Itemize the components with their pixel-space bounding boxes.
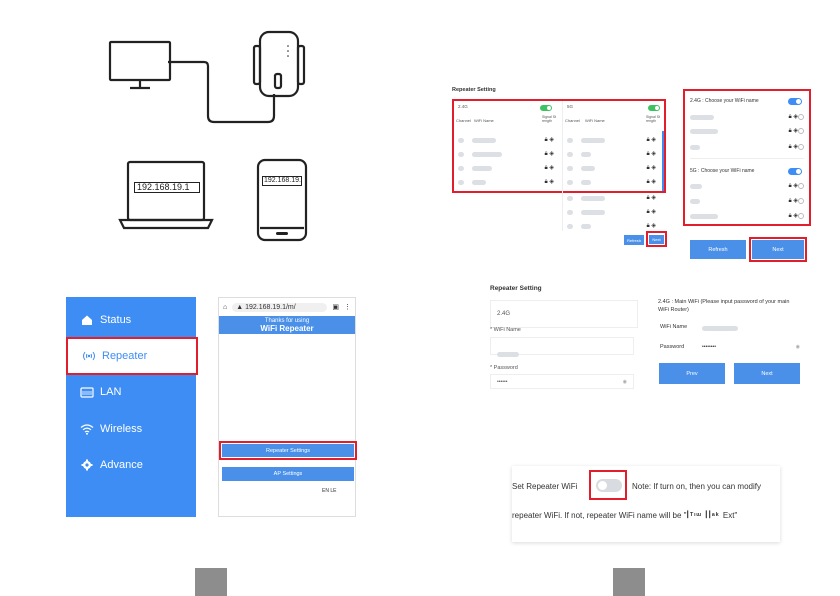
password-label: * Password [490, 365, 518, 371]
page-number-box-right [613, 568, 645, 596]
browser-address-bar: ⌂ ▲ 192.168.19.1/m/ ▣ ⋮ [219, 298, 355, 316]
wifi-name-label: * WiFi Name [490, 327, 521, 333]
list-item[interactable]: 🔒︎ ◈ [686, 142, 808, 152]
list-item[interactable]: 🔒︎ ◈ [563, 221, 666, 231]
sidebar-item-wireless[interactable]: Wireless [66, 414, 196, 444]
next-button[interactable]: Next [752, 240, 804, 259]
password-label: Password [660, 344, 685, 350]
next-button[interactable]: Next [649, 235, 664, 244]
tabs-icon[interactable]: ▣ [332, 303, 339, 311]
repeater-settings-button[interactable]: Repeater Settings [222, 444, 354, 457]
col-wifi: WiFi Name [474, 118, 494, 123]
list-item[interactable]: 🔒︎ ◈ [563, 135, 666, 145]
product-name: WiFi Repeater [260, 324, 314, 333]
wifi-name-field[interactable] [490, 337, 634, 357]
mobile-browser: ⌂ ▲ 192.168.19.1/m/ ▣ ⋮ Thanks for using… [218, 297, 356, 517]
sidebar-item-status[interactable]: Status [66, 305, 196, 335]
page-number-box-left [195, 568, 227, 596]
band-5g-toggle[interactable] [788, 168, 802, 175]
sidebar-item-lan[interactable]: LAN [66, 377, 196, 407]
choose-5g-heading: 5G : Choose your WiFi name [690, 168, 755, 174]
list-item[interactable]: 🔒︎ ◈ [686, 112, 808, 122]
password-value[interactable]: •••••••• [702, 344, 716, 350]
list-item[interactable]: 🔒︎ ◈ [686, 211, 808, 221]
sidebar-item-advance[interactable]: Advance [66, 450, 196, 480]
choose-wifi-panel: 2.4G : Choose your WiFi name 🔒︎ ◈ 🔒︎ ◈ 🔒… [686, 92, 808, 223]
antenna-icon [82, 349, 96, 363]
col-channel: Channel [565, 118, 580, 123]
sidebar-item-label: Repeater [102, 350, 148, 362]
refresh-button[interactable]: Refresh [690, 240, 746, 259]
prev-button[interactable]: Prev [659, 363, 725, 384]
note-line-2-end: Ext" [722, 511, 738, 520]
list-item[interactable]: 🔒︎ ◈ [563, 177, 666, 187]
list-item[interactable]: 🔒︎ ◈ [686, 126, 808, 136]
main-wifi-heading: 2.4G : Main WiFi (Please input password … [658, 299, 790, 313]
set-repeater-wifi-card: Set Repeater WiFi Note: If turn on, then… [512, 466, 780, 542]
ap-settings-button[interactable]: AP Settings [222, 467, 354, 481]
col-wifi: WiFi Name [585, 118, 605, 123]
band-toggle[interactable] [648, 105, 660, 111]
wifi-name-label: WiFi Name [660, 324, 688, 330]
refresh-button[interactable]: Refresh [624, 235, 644, 245]
band-toggle[interactable] [540, 105, 552, 111]
lan-icon [80, 385, 94, 399]
list-item[interactable]: 🔒︎ ◈ [454, 149, 558, 159]
admin-sidebar: Status Repeater LAN Wireless Advance [66, 297, 198, 517]
sidebar-item-label: Status [100, 314, 132, 326]
password-field[interactable]: •••••• ◉ [490, 374, 634, 389]
welcome-banner: Thanks for using WiFi Repeater [219, 316, 355, 334]
language-switch[interactable]: EN LE [322, 488, 336, 494]
panel-title: Repeater Setting [452, 87, 496, 93]
sidebar-item-label: Advance [100, 459, 143, 471]
eye-icon: ◉ [622, 379, 627, 385]
sidebar-item-label: LAN [100, 386, 122, 398]
band-label: 5G [567, 104, 574, 109]
list-item[interactable]: 🔒︎ ◈ [686, 196, 808, 206]
laptop-ip-field: 192.168.19.1 [134, 182, 200, 193]
note-line-1: Note: If turn on, then you can modify [632, 482, 761, 491]
note-line-2: repeater WiFi. If not, repeater WiFi nam… [512, 511, 687, 520]
band-2g-toggle[interactable] [788, 98, 802, 105]
home-icon[interactable]: ⌂ [223, 304, 227, 311]
col-signal: Signal St rength [646, 115, 661, 123]
set-repeater-wifi-label: Set Repeater WiFi [512, 482, 578, 491]
list-item[interactable]: 🔒︎ ◈ [454, 135, 558, 145]
list-item[interactable]: 🔒︎ ◈ [454, 163, 558, 173]
list-item[interactable]: 🔒︎ ◈ [686, 181, 808, 191]
laptop-icon [118, 160, 214, 230]
list-item[interactable]: 🔒︎ ◈ [454, 177, 558, 187]
list-item[interactable]: 🔒︎ ◈ [563, 163, 666, 173]
band-label: 2.4G [458, 104, 468, 109]
col-channel: Channel [456, 118, 471, 123]
sidebar-item-label: Wireless [100, 423, 143, 435]
eye-icon[interactable]: ◉ [796, 344, 800, 350]
home-icon [80, 313, 94, 327]
list-item[interactable]: 🔒︎ ◈ [563, 207, 666, 217]
next-button[interactable]: Next [734, 363, 800, 384]
wifi-icon [80, 422, 94, 436]
menu-icon[interactable]: ⋮ [344, 303, 351, 311]
gear-icon [80, 458, 94, 472]
range-extender-icon [252, 30, 306, 98]
scan-list-2g: 2.4G Channel WiFi Name Signal St rength … [454, 101, 558, 191]
url-field[interactable]: ▲ 192.168.19.1/m/ [232, 302, 328, 312]
sidebar-item-repeater[interactable]: Repeater [66, 337, 198, 375]
choose-2g-heading: 2.4G : Choose your WiFi name [690, 98, 759, 104]
set-repeater-wifi-toggle[interactable] [596, 479, 622, 492]
phone-ip-field: 192.168.19.1 [262, 176, 302, 186]
list-item[interactable]: 🔒︎ ◈ [563, 149, 666, 159]
list-item[interactable]: 🔒︎ ◈ [563, 193, 666, 203]
scan-list-5g: 5G Channel WiFi Name Signal St rength 🔒︎… [562, 101, 666, 231]
smartphone-icon [256, 158, 308, 242]
panel-title: Repeater Setting [490, 285, 542, 292]
col-signal: Signal St rength [542, 115, 557, 123]
repeater-password-panel: Repeater Setting 2.4G * WiFi Name * Pass… [486, 280, 642, 398]
band-label: 2.4G [497, 311, 511, 317]
